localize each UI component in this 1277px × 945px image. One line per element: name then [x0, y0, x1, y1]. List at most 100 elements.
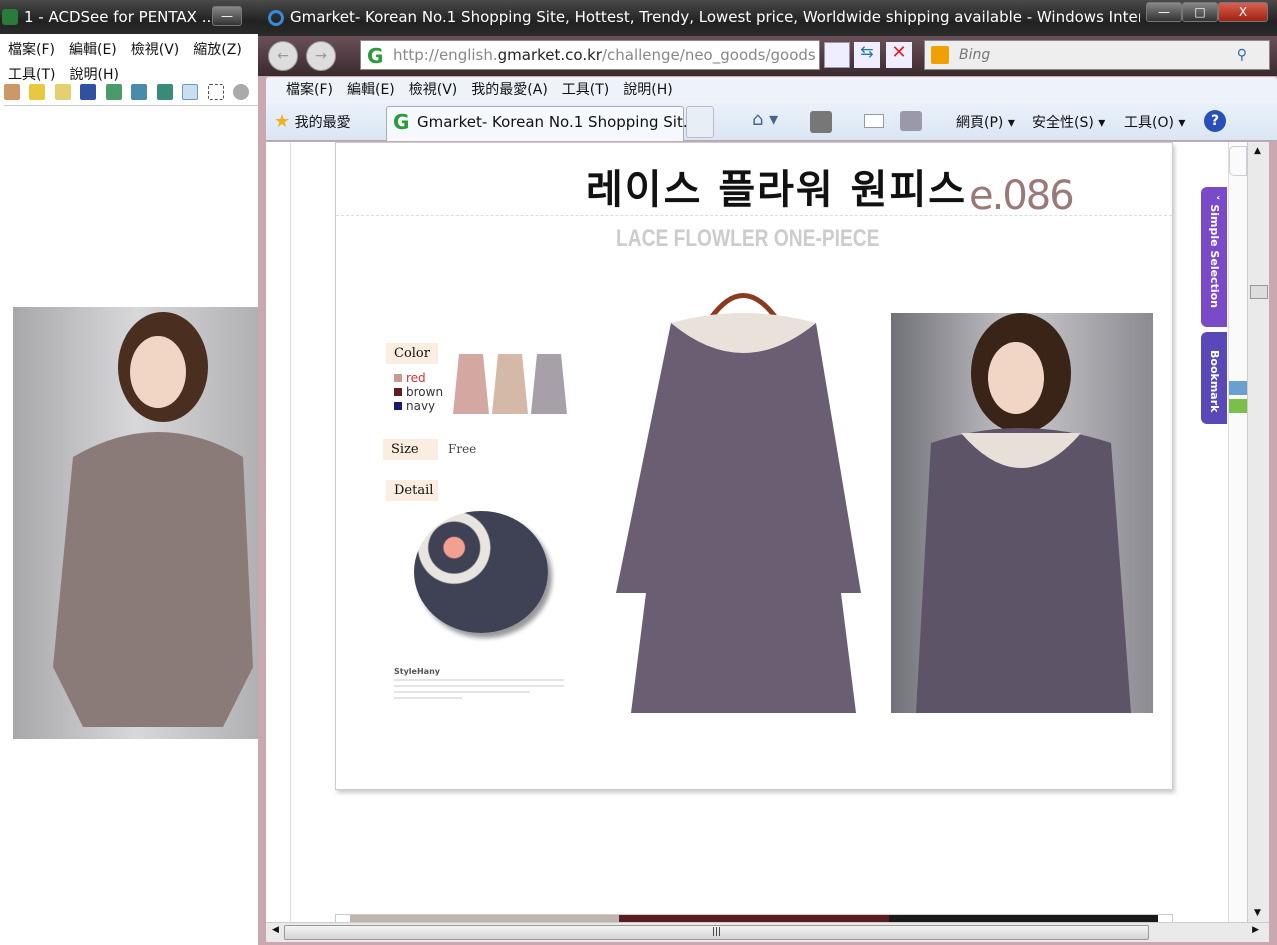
tools-menu[interactable]: 工具(O) ▾: [1124, 112, 1185, 132]
magnifier-icon[interactable]: [233, 84, 250, 100]
color-option-red: red: [394, 371, 443, 385]
select-tool-icon[interactable]: [207, 84, 224, 100]
menu-tools[interactable]: 工具(T): [562, 82, 609, 98]
ie-window: Gmarket- Korean No.1 Shopping Site, Hott…: [258, 0, 1277, 945]
side-panel: [1228, 142, 1247, 922]
browse-icon[interactable]: [54, 84, 71, 100]
menu-file[interactable]: 檔案(F): [8, 42, 55, 58]
ie-title: Gmarket- Korean No.1 Shopping Site, Hott…: [290, 8, 1140, 26]
mail-icon[interactable]: [864, 114, 884, 128]
scroll-down-arrow[interactable]: ▼: [1254, 908, 1261, 918]
description-lines: [394, 679, 564, 699]
ie-logo-icon: [268, 10, 284, 26]
minimize-button[interactable]: —: [212, 6, 242, 26]
tab-bar: ★ 我的最愛 G Gmarket- Korean No.1 Shopping S…: [266, 103, 1277, 141]
search-box[interactable]: Bing ⚲: [924, 40, 1270, 70]
search-icon[interactable]: ⚲: [1237, 41, 1247, 69]
rss-icon[interactable]: [810, 111, 832, 133]
viewed-photo: [13, 307, 260, 739]
page-menu[interactable]: 網頁(P) ▾: [956, 112, 1015, 132]
color-option-brown: brown: [394, 385, 443, 399]
menu-help[interactable]: 說明(H): [69, 67, 118, 83]
safety-menu[interactable]: 安全性(S) ▾: [1032, 112, 1105, 132]
hand-tool-icon[interactable]: [182, 84, 199, 100]
brand-text: StyleHany: [394, 667, 440, 676]
detail-label: Detail: [386, 480, 438, 501]
color-option-navy: navy: [394, 399, 443, 413]
scroll-right-arrow[interactable]: ▶: [1252, 925, 1259, 935]
menu-view[interactable]: 檢視(V): [131, 42, 180, 58]
scroll-thumb[interactable]: [1250, 285, 1268, 299]
color-list: red brown navy: [394, 371, 443, 413]
scroll-up-arrow[interactable]: ▲: [1254, 146, 1261, 156]
page-left-border: [290, 142, 291, 922]
dress-main-image: [611, 273, 876, 733]
close-button[interactable]: X: [1218, 2, 1268, 22]
acdsee-menubar: 檔案(F) 編輯(E) 檢視(V) 縮放(Z) 工具(T) 說明(H): [8, 38, 258, 88]
gmarket-favicon: G: [393, 110, 410, 134]
export-icon[interactable]: [156, 84, 173, 100]
open-folder-icon[interactable]: [29, 84, 46, 100]
home-icon[interactable]: ⌂ ▾: [752, 109, 778, 130]
menu-favorites[interactable]: 我的最愛(A): [471, 82, 548, 98]
tab-gmarket[interactable]: G Gmarket- Korean No.1 Shopping Sit...: [386, 106, 697, 141]
new-tab-button[interactable]: [686, 106, 714, 138]
refresh-icon[interactable]: ⇆: [854, 42, 880, 68]
fabric-detail-image: [414, 511, 548, 633]
prev-image-icon[interactable]: [105, 84, 122, 100]
url-domain: gmarket.co.kr: [497, 46, 602, 64]
menu-file[interactable]: 檔案(F): [286, 82, 333, 98]
compat-view-icon[interactable]: [824, 42, 850, 68]
menu-edit[interactable]: 編輯(E): [69, 42, 117, 58]
product-card: 레이스 플라워 원피스 e.086 LACE FLOWLER ONE-PIECE…: [335, 142, 1173, 790]
menu-edit[interactable]: 編輯(E): [347, 82, 395, 98]
model-photo: [891, 313, 1153, 713]
forward-button[interactable]: →: [306, 41, 336, 71]
woman-photo: [53, 312, 253, 727]
color-thumbnails: [451, 349, 571, 419]
product-title-ko: 레이스 플라워 원피스: [586, 167, 968, 213]
menu-zoom[interactable]: 縮放(Z): [193, 42, 242, 58]
back-button[interactable]: ←: [268, 41, 298, 71]
menu-help[interactable]: 說明(H): [623, 82, 672, 98]
acdsee-window: 1 - ACDSee for PENTAX ... — 檔案(F) 編輯(E) 檢視…: [0, 0, 262, 945]
acdsee-title: 1 - ACDSee for PENTAX ...: [24, 8, 217, 26]
acdsee-toolbar: [4, 84, 258, 106]
minimize-button[interactable]: —: [1146, 2, 1182, 22]
size-label: Size: [383, 439, 438, 460]
stop-icon[interactable]: ✕: [886, 42, 912, 68]
nav-bar: ← → G http://english.gmarket.co.kr/chall…: [258, 36, 1277, 76]
gmarket-favicon: G: [367, 44, 384, 68]
color-label: Color: [386, 343, 438, 364]
save-icon[interactable]: [80, 84, 97, 100]
horizontal-scroll-thumb[interactable]: |||: [284, 925, 1149, 940]
star-icon: ★: [274, 111, 291, 132]
page-viewport: 레이스 플라워 원피스 e.086 LACE FLOWLER ONE-PIECE…: [266, 142, 1247, 922]
product-title-en: LACE FLOWLER ONE-PIECE: [616, 225, 880, 252]
next-image-icon[interactable]: [131, 84, 148, 100]
size-value: Free: [448, 442, 477, 456]
vertical-scrollbar[interactable]: ▲ ▼: [1247, 142, 1269, 922]
url-suffix: /challenge/neo_goods/goods: [601, 46, 816, 64]
horizontal-scrollbar[interactable]: ◀ ||| ▶: [266, 922, 1269, 942]
scroll-left-arrow[interactable]: ◀: [272, 925, 279, 935]
ie-titlebar: Gmarket- Korean No.1 Shopping Site, Hott…: [258, 0, 1277, 36]
help-icon[interactable]: ?: [1204, 110, 1226, 132]
maximize-button[interactable]: □: [1182, 2, 1218, 22]
next-section-strip: [335, 914, 1173, 922]
product-code: e.086: [969, 173, 1075, 219]
simple-selection-tab[interactable]: ˅ Simple Selection: [1201, 187, 1227, 327]
acdsee-titlebar: 1 - ACDSee for PENTAX ... —: [0, 0, 262, 34]
menu-tools[interactable]: 工具(T): [8, 67, 55, 83]
menu-view[interactable]: 檢視(V): [409, 82, 458, 98]
url-prefix: http://english.: [393, 46, 498, 64]
bing-icon: [931, 46, 949, 64]
address-bar[interactable]: G http://english.gmarket.co.kr/challenge…: [360, 40, 820, 70]
bookmark-tab[interactable]: Bookmark: [1201, 332, 1227, 424]
favorites-button[interactable]: ★ 我的最愛: [274, 111, 351, 132]
print-icon[interactable]: [900, 111, 922, 131]
palette-icon[interactable]: [4, 84, 20, 100]
divider: [336, 215, 1172, 216]
ie-menubar: 檔案(F) 編輯(E) 檢視(V) 我的最愛(A) 工具(T) 說明(H): [266, 77, 1277, 103]
search-placeholder: Bing: [959, 47, 991, 63]
